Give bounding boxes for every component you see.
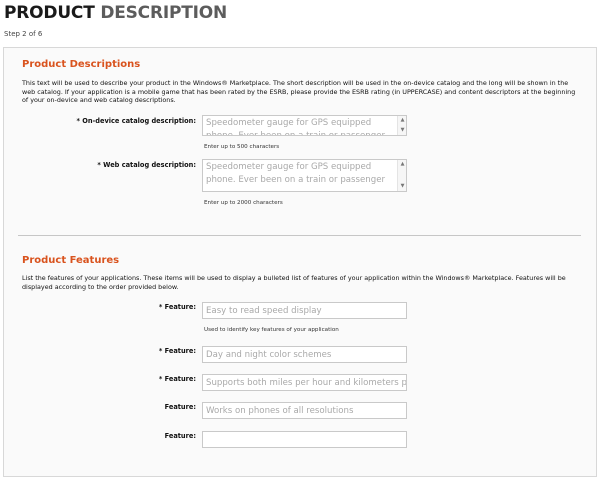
scroll-down-icon[interactable]: ▼ — [399, 127, 406, 134]
web-description-input[interactable]: Speedometer gauge for GPS equipped phone… — [203, 160, 395, 191]
scroll-up-icon[interactable]: ▲ — [399, 117, 406, 124]
page-title-secondary: DESCRIPTION — [100, 3, 228, 23]
form-panel: Product Descriptions This text will be u… — [3, 47, 597, 477]
product-descriptions-text: This text will be used to describe your … — [22, 79, 576, 105]
web-description-scrollbar[interactable]: ▲ ▼ — [397, 160, 406, 191]
product-descriptions-heading: Product Descriptions — [22, 59, 141, 70]
scroll-up-icon[interactable]: ▲ — [399, 161, 406, 168]
section-divider — [18, 235, 581, 236]
feature-input-2[interactable] — [202, 346, 407, 363]
feature-label: Feature: — [164, 432, 196, 440]
feature-input-3[interactable] — [202, 374, 407, 391]
product-features-heading: Product Features — [22, 255, 120, 266]
feature-input-5[interactable] — [202, 431, 407, 448]
feature-input-1[interactable] — [202, 302, 407, 319]
feature-label: * Feature: — [158, 303, 196, 311]
feature-label: Feature: — [164, 403, 196, 411]
scroll-down-icon[interactable]: ▼ — [399, 183, 406, 190]
on-device-description-input[interactable]: Speedometer gauge for GPS equipped phone… — [203, 116, 395, 135]
web-description-label: * Web catalog description: — [97, 161, 196, 169]
feature-hint: Used to identify key features of your ap… — [204, 327, 339, 333]
product-features-text: List the features of your applications. … — [22, 274, 566, 291]
feature-input-4[interactable] — [202, 402, 407, 419]
feature-label: * Feature: — [158, 375, 196, 383]
on-device-description-box: Speedometer gauge for GPS equipped phone… — [202, 115, 407, 136]
on-device-description-scrollbar[interactable]: ▲ ▼ — [397, 116, 406, 135]
step-indicator: Step 2 of 6 — [4, 30, 43, 38]
page-title-primary: PRODUCT — [4, 3, 95, 23]
feature-label: * Feature: — [158, 347, 196, 355]
on-device-description-hint: Enter up to 500 characters — [204, 144, 280, 150]
web-description-box: Speedometer gauge for GPS equipped phone… — [202, 159, 407, 192]
on-device-description-label: * On-device catalog description: — [76, 117, 196, 125]
web-description-hint: Enter up to 2000 characters — [204, 200, 283, 206]
page-title: PRODUCT DESCRIPTION — [4, 3, 227, 23]
